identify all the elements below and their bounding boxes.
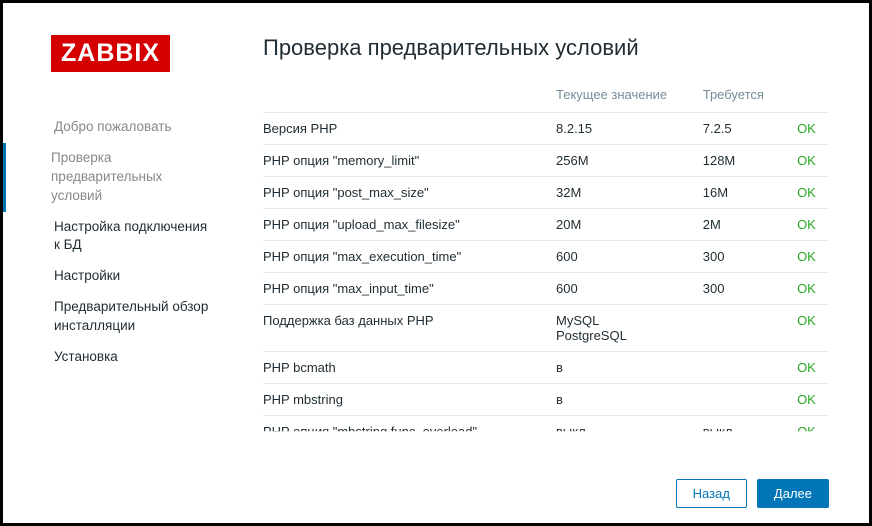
header-required: Требуется — [693, 79, 787, 113]
cell-name: PHP mbstring — [263, 384, 546, 416]
cell-current: 8.2.15 — [546, 113, 693, 145]
step-3[interactable]: Настройки — [3, 261, 233, 292]
cell-status: OK — [787, 177, 829, 209]
cell-required: 300 — [693, 273, 787, 305]
back-button[interactable]: Назад — [676, 479, 747, 508]
cell-required: 16M — [693, 177, 787, 209]
cell-required: выкл — [693, 416, 787, 448]
cell-current: в — [546, 352, 693, 384]
cell-status: OK — [787, 209, 829, 241]
header-current: Текущее значение — [546, 79, 693, 113]
table-row: PHP опция "max_input_time"600300OK — [263, 273, 829, 305]
cell-name: PHP опция "post_max_size" — [263, 177, 546, 209]
table-row: PHP опция "post_max_size"32M16MOK — [263, 177, 829, 209]
cell-current: MySQL PostgreSQL — [546, 305, 693, 352]
page-title: Проверка предварительных условий — [263, 35, 829, 61]
setup-wizard-window: ZABBIX Добро пожаловатьПроверка предвари… — [0, 0, 872, 526]
table-row: PHP bcmathв OK — [263, 352, 829, 384]
cell-name: PHP опция "mbstring.func_overload" — [263, 416, 546, 448]
cell-current: 256M — [546, 145, 693, 177]
cell-required: 2M — [693, 209, 787, 241]
cell-status: OK — [787, 416, 829, 448]
cell-name: PHP опция "max_input_time" — [263, 273, 546, 305]
content-area: ZABBIX Добро пожаловатьПроверка предвари… — [3, 3, 869, 523]
cell-status: OK — [787, 241, 829, 273]
step-1[interactable]: Проверка предварительных условий — [3, 143, 233, 212]
cell-name: PHP опция "max_execution_time" — [263, 241, 546, 273]
sidebar: ZABBIX Добро пожаловатьПроверка предвари… — [3, 3, 233, 523]
cell-current: в — [546, 384, 693, 416]
step-0[interactable]: Добро пожаловать — [3, 112, 233, 143]
cell-status: OK — [787, 273, 829, 305]
cell-required — [693, 384, 787, 416]
cell-required: 128M — [693, 145, 787, 177]
prereq-table-wrap: Текущее значение Требуется Версия PHP8.2… — [263, 79, 829, 523]
table-row: PHP опция "upload_max_filesize"20M2MOK — [263, 209, 829, 241]
footer-buttons: Назад Далее — [676, 479, 829, 508]
cell-name: Версия PHP — [263, 113, 546, 145]
header-status — [787, 79, 829, 113]
table-row: PHP опция "mbstring.func_overload"выклвы… — [263, 416, 829, 448]
table-row: PHP опция "max_execution_time"600300OK — [263, 241, 829, 273]
steps-list: Добро пожаловатьПроверка предварительных… — [3, 112, 233, 373]
cell-current: выкл — [546, 416, 693, 448]
cell-name: PHP опция "upload_max_filesize" — [263, 209, 546, 241]
table-row: Версия PHP8.2.157.2.5OK — [263, 113, 829, 145]
logo: ZABBIX — [51, 35, 170, 72]
prereq-tbody: Версия PHP8.2.157.2.5OKPHP опция "memory… — [263, 113, 829, 448]
prereq-table: Текущее значение Требуется Версия PHP8.2… — [263, 79, 829, 447]
cell-status: OK — [787, 384, 829, 416]
table-row: Поддержка баз данных PHPMySQL PostgreSQL… — [263, 305, 829, 352]
cell-status: OK — [787, 113, 829, 145]
cell-required — [693, 305, 787, 352]
cell-name: Поддержка баз данных PHP — [263, 305, 546, 352]
step-2[interactable]: Настройка подключения к БД — [3, 212, 233, 262]
step-4[interactable]: Предварительный обзор инсталляции — [3, 292, 233, 342]
cell-status: OK — [787, 305, 829, 352]
cell-required — [693, 352, 787, 384]
cell-current: 600 — [546, 241, 693, 273]
cell-current: 600 — [546, 273, 693, 305]
cell-current: 32M — [546, 177, 693, 209]
table-row: PHP опция "memory_limit"256M128MOK — [263, 145, 829, 177]
table-row: PHP mbstringв OK — [263, 384, 829, 416]
cell-name: PHP bcmath — [263, 352, 546, 384]
next-button[interactable]: Далее — [757, 479, 829, 508]
cell-required: 7.2.5 — [693, 113, 787, 145]
step-5[interactable]: Установка — [3, 342, 233, 373]
main-panel: Проверка предварительных условий Текущее… — [233, 3, 869, 523]
cell-status: OK — [787, 352, 829, 384]
cell-status: OK — [787, 145, 829, 177]
cell-name: PHP опция "memory_limit" — [263, 145, 546, 177]
header-name — [263, 79, 546, 113]
cell-current: 20M — [546, 209, 693, 241]
cell-required: 300 — [693, 241, 787, 273]
